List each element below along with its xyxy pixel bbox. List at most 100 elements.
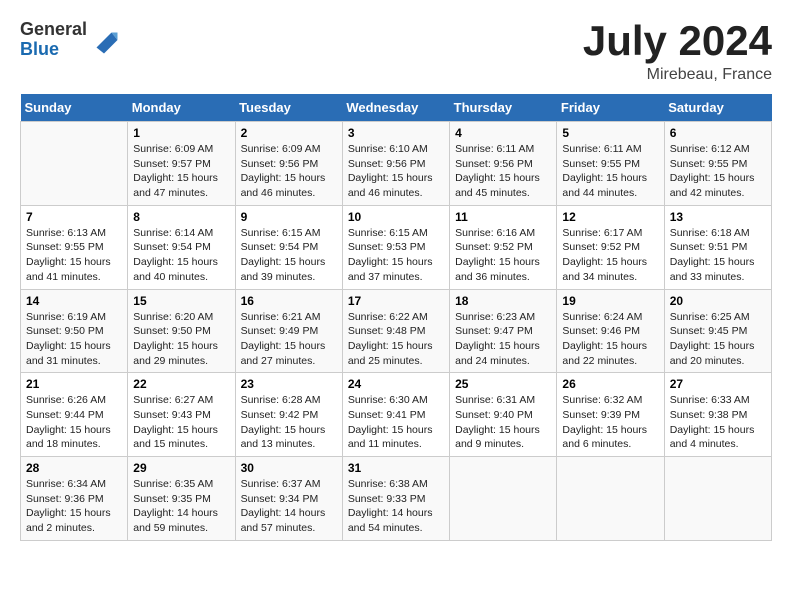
day-number: 2 — [241, 126, 337, 140]
day-cell: 23 Sunrise: 6:28 AM Sunset: 9:42 PM Dayli… — [235, 373, 342, 457]
day-cell: 17 Sunrise: 6:22 AM Sunset: 9:48 PM Dayli… — [342, 289, 449, 373]
day-info: Sunrise: 6:09 AM Sunset: 9:56 PM Dayligh… — [241, 142, 337, 201]
location-subtitle: Mirebeau, France — [583, 66, 772, 84]
day-cell: 18Sunrise: 6:23 AM Sunset: 9:47 PM Dayli… — [450, 289, 557, 373]
day-number: 26 — [562, 377, 658, 391]
day-number: 6 — [670, 126, 766, 140]
day-cell: 19 Sunrise: 6:24 AM Sunset: 9:46 PM Dayli… — [557, 289, 664, 373]
day-info: Sunrise: 6:19 AM Sunset: 9:50 PM Dayligh… — [26, 310, 122, 369]
day-info: Sunrise: 6:12 AM Sunset: 9:55 PM Dayligh… — [670, 142, 766, 201]
day-number: 4 — [455, 126, 551, 140]
day-cell: 5 Sunrise: 6:11 AM Sunset: 9:55 PM Daylig… — [557, 122, 664, 206]
day-number: 5 — [562, 126, 658, 140]
week-row-1: 1Sunrise: 6:09 AM Sunset: 9:57 PM Daylig… — [21, 122, 772, 206]
day-cell: 2 Sunrise: 6:09 AM Sunset: 9:56 PM Daylig… — [235, 122, 342, 206]
day-number: 29 — [133, 461, 229, 475]
day-cell: 6 Sunrise: 6:12 AM Sunset: 9:55 PM Daylig… — [664, 122, 771, 206]
day-cell: 29Sunrise: 6:35 AM Sunset: 9:35 PM Dayli… — [128, 457, 235, 541]
day-cell: 24 Sunrise: 6:30 AM Sunset: 9:41 PM Dayli… — [342, 373, 449, 457]
week-row-2: 7 Sunrise: 6:13 AM Sunset: 9:55 PM Daylig… — [21, 205, 772, 289]
calendar-header: Sunday Monday Tuesday Wednesday Thursday… — [21, 94, 772, 122]
day-cell: 4 Sunrise: 6:11 AM Sunset: 9:56 PM Daylig… — [450, 122, 557, 206]
day-cell: 8 Sunrise: 6:14 AM Sunset: 9:54 PM Daylig… — [128, 205, 235, 289]
calendar-body: 1Sunrise: 6:09 AM Sunset: 9:57 PM Daylig… — [21, 122, 772, 541]
day-number: 28 — [26, 461, 122, 475]
day-cell: 31Sunrise: 6:38 AM Sunset: 9:33 PM Dayli… — [342, 457, 449, 541]
day-cell: 12Sunrise: 6:17 AM Sunset: 9:52 PM Dayli… — [557, 205, 664, 289]
day-info: Sunrise: 6:34 AM Sunset: 9:36 PM Dayligh… — [26, 477, 122, 536]
day-number: 13 — [670, 210, 766, 224]
day-number: 27 — [670, 377, 766, 391]
col-wednesday: Wednesday — [342, 94, 449, 122]
logo: General Blue — [20, 20, 119, 60]
day-cell: 3Sunrise: 6:10 AM Sunset: 9:56 PM Daylig… — [342, 122, 449, 206]
day-number: 7 — [26, 210, 122, 224]
day-info: Sunrise: 6:15 AM Sunset: 9:54 PM Dayligh… — [241, 226, 337, 285]
day-info: Sunrise: 6:27 AM Sunset: 9:43 PM Dayligh… — [133, 393, 229, 452]
week-row-4: 21Sunrise: 6:26 AM Sunset: 9:44 PM Dayli… — [21, 373, 772, 457]
day-info: Sunrise: 6:18 AM Sunset: 9:51 PM Dayligh… — [670, 226, 766, 285]
col-monday: Monday — [128, 94, 235, 122]
day-cell: 11Sunrise: 6:16 AM Sunset: 9:52 PM Dayli… — [450, 205, 557, 289]
day-info: Sunrise: 6:22 AM Sunset: 9:48 PM Dayligh… — [348, 310, 444, 369]
day-cell: 13 Sunrise: 6:18 AM Sunset: 9:51 PM Dayli… — [664, 205, 771, 289]
day-cell — [450, 457, 557, 541]
header-row: Sunday Monday Tuesday Wednesday Thursday… — [21, 94, 772, 122]
col-thursday: Thursday — [450, 94, 557, 122]
day-number: 24 — [348, 377, 444, 391]
day-number: 22 — [133, 377, 229, 391]
day-info: Sunrise: 6:32 AM Sunset: 9:39 PM Dayligh… — [562, 393, 658, 452]
day-cell: 7 Sunrise: 6:13 AM Sunset: 9:55 PM Daylig… — [21, 205, 128, 289]
day-info: Sunrise: 6:31 AM Sunset: 9:40 PM Dayligh… — [455, 393, 551, 452]
logo-text: General Blue — [20, 20, 87, 60]
day-number: 15 — [133, 294, 229, 308]
title-block: July 2024 Mirebeau, France — [583, 20, 772, 84]
logo-blue: Blue — [20, 40, 87, 60]
day-cell: 22 Sunrise: 6:27 AM Sunset: 9:43 PM Dayli… — [128, 373, 235, 457]
day-info: Sunrise: 6:33 AM Sunset: 9:38 PM Dayligh… — [670, 393, 766, 452]
day-cell: 1Sunrise: 6:09 AM Sunset: 9:57 PM Daylig… — [128, 122, 235, 206]
page-header: General Blue July 2024 Mirebeau, France — [20, 20, 772, 84]
page-title: July 2024 — [583, 20, 772, 62]
logo-general: General — [20, 20, 87, 40]
day-info: Sunrise: 6:25 AM Sunset: 9:45 PM Dayligh… — [670, 310, 766, 369]
calendar-table: Sunday Monday Tuesday Wednesday Thursday… — [20, 94, 772, 541]
day-number: 12 — [562, 210, 658, 224]
day-cell: 15 Sunrise: 6:20 AM Sunset: 9:50 PM Dayli… — [128, 289, 235, 373]
day-number: 18 — [455, 294, 551, 308]
day-info: Sunrise: 6:09 AM Sunset: 9:57 PM Dayligh… — [133, 142, 229, 201]
day-cell — [664, 457, 771, 541]
day-info: Sunrise: 6:16 AM Sunset: 9:52 PM Dayligh… — [455, 226, 551, 285]
day-number: 21 — [26, 377, 122, 391]
col-saturday: Saturday — [664, 94, 771, 122]
day-info: Sunrise: 6:37 AM Sunset: 9:34 PM Dayligh… — [241, 477, 337, 536]
day-info: Sunrise: 6:11 AM Sunset: 9:55 PM Dayligh… — [562, 142, 658, 201]
col-sunday: Sunday — [21, 94, 128, 122]
day-number: 8 — [133, 210, 229, 224]
day-info: Sunrise: 6:28 AM Sunset: 9:42 PM Dayligh… — [241, 393, 337, 452]
week-row-5: 28 Sunrise: 6:34 AM Sunset: 9:36 PM Dayli… — [21, 457, 772, 541]
day-number: 9 — [241, 210, 337, 224]
day-number: 25 — [455, 377, 551, 391]
day-info: Sunrise: 6:13 AM Sunset: 9:55 PM Dayligh… — [26, 226, 122, 285]
day-info: Sunrise: 6:11 AM Sunset: 9:56 PM Dayligh… — [455, 142, 551, 201]
day-info: Sunrise: 6:20 AM Sunset: 9:50 PM Dayligh… — [133, 310, 229, 369]
day-number: 19 — [562, 294, 658, 308]
day-info: Sunrise: 6:15 AM Sunset: 9:53 PM Dayligh… — [348, 226, 444, 285]
day-number: 30 — [241, 461, 337, 475]
day-number: 20 — [670, 294, 766, 308]
day-number: 14 — [26, 294, 122, 308]
day-info: Sunrise: 6:30 AM Sunset: 9:41 PM Dayligh… — [348, 393, 444, 452]
day-cell: 14 Sunrise: 6:19 AM Sunset: 9:50 PM Dayli… — [21, 289, 128, 373]
day-info: Sunrise: 6:24 AM Sunset: 9:46 PM Dayligh… — [562, 310, 658, 369]
day-cell: 28 Sunrise: 6:34 AM Sunset: 9:36 PM Dayli… — [21, 457, 128, 541]
day-cell: 30 Sunrise: 6:37 AM Sunset: 9:34 PM Dayli… — [235, 457, 342, 541]
week-row-3: 14 Sunrise: 6:19 AM Sunset: 9:50 PM Dayli… — [21, 289, 772, 373]
day-number: 17 — [348, 294, 444, 308]
day-cell: 21Sunrise: 6:26 AM Sunset: 9:44 PM Dayli… — [21, 373, 128, 457]
logo-icon — [89, 25, 119, 55]
day-info: Sunrise: 6:14 AM Sunset: 9:54 PM Dayligh… — [133, 226, 229, 285]
day-cell: 20 Sunrise: 6:25 AM Sunset: 9:45 PM Dayli… — [664, 289, 771, 373]
day-number: 23 — [241, 377, 337, 391]
day-info: Sunrise: 6:21 AM Sunset: 9:49 PM Dayligh… — [241, 310, 337, 369]
